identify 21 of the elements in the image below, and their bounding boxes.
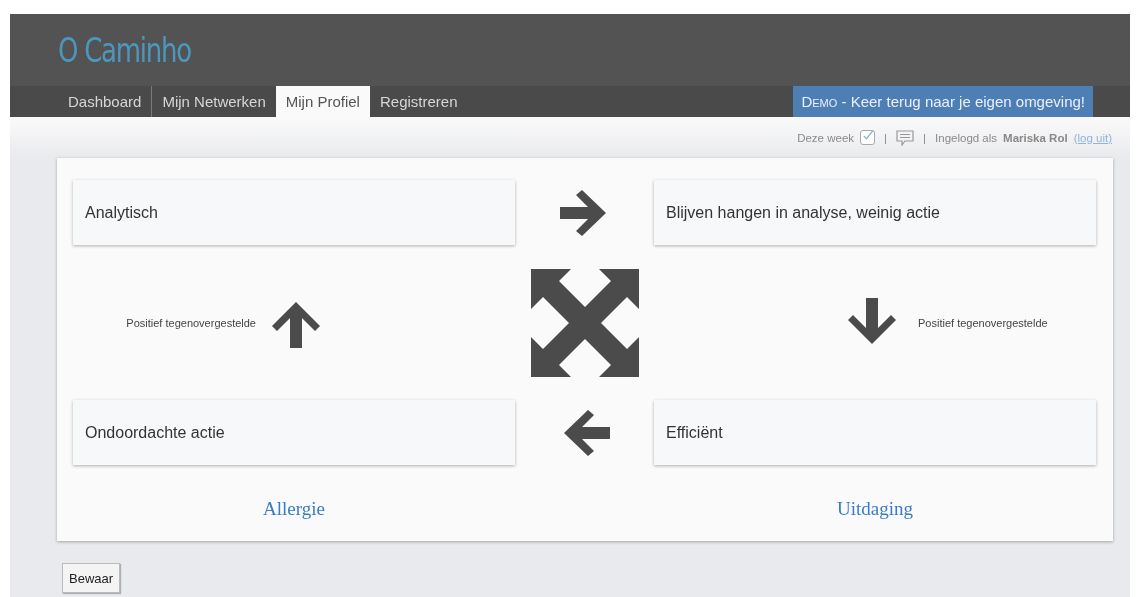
- quadrant-box: Analytisch: [73, 180, 515, 245]
- save-button[interactable]: Bewaar: [62, 563, 121, 593]
- nav-tab[interactable]: Registreren: [369, 86, 468, 117]
- separator: |: [923, 131, 927, 144]
- user-name: Mariska Rol: [1003, 131, 1068, 144]
- side-label: Positief tegenovergestelde: [126, 316, 256, 329]
- separator: |: [884, 131, 888, 144]
- side-label: Positief tegenovergestelde: [918, 316, 1048, 329]
- nav-tab[interactable]: Mijn Profiel: [275, 86, 370, 117]
- logged-in-label: Ingelogd als: [935, 131, 998, 144]
- week-checkbox[interactable]: [860, 130, 876, 145]
- quadrant-caption: Allergie: [263, 498, 325, 520]
- quadrant-caption: Uitdaging: [837, 498, 913, 520]
- nav-tab[interactable]: Dashboard: [58, 86, 152, 117]
- message-icon[interactable]: [896, 129, 915, 146]
- quadrant-box: Efficiënt: [654, 400, 1096, 465]
- demo-banner[interactable]: Demo - Keer terug naar je eigen omgeving!: [793, 86, 1093, 117]
- week-label: Deze week: [797, 131, 855, 144]
- quadrant-box: Blijven hangen in analyse, weinig actie: [654, 180, 1096, 245]
- expand-icon: [530, 268, 639, 377]
- quadrant-box: Ondoordachte actie: [73, 400, 515, 465]
